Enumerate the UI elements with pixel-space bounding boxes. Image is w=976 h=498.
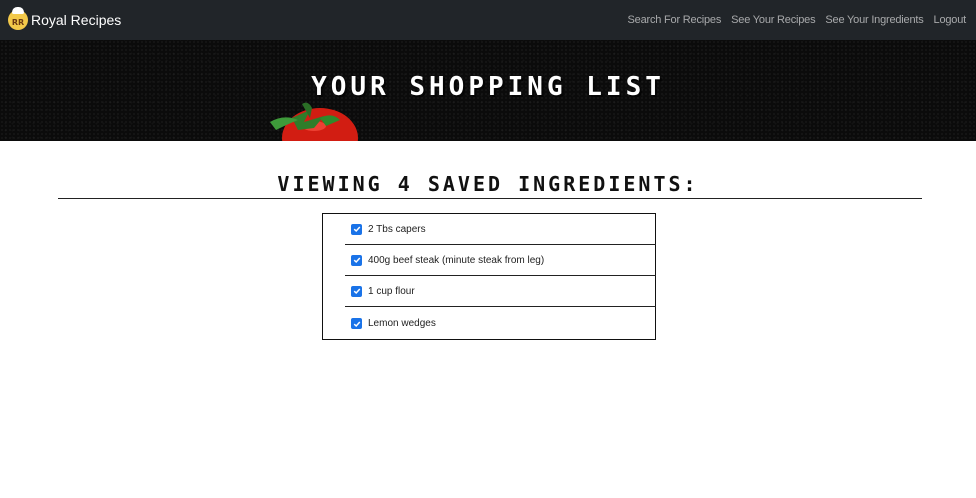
- page-heading: VIEWING 4 SAVED INGREDIENTS:: [277, 172, 699, 196]
- heading-divider: [58, 198, 922, 199]
- nav-link-see-recipes[interactable]: See Your Recipes: [731, 14, 815, 26]
- chef-hat-logo-icon: RR: [8, 7, 28, 30]
- navbar: RR Royal Recipes Search For Recipes See …: [0, 0, 976, 40]
- ingredient-label: 400g beef steak (minute steak from leg): [368, 254, 545, 266]
- list-item[interactable]: 1 cup flour: [345, 276, 656, 307]
- checkbox-checked-icon[interactable]: [351, 254, 362, 266]
- ingredient-label: Lemon wedges: [368, 318, 436, 329]
- nav-link-see-ingredients[interactable]: See Your Ingredients: [825, 14, 923, 26]
- checkbox-checked-icon[interactable]: [351, 318, 362, 329]
- tomato-image: [270, 102, 358, 141]
- checkbox-checked-icon[interactable]: [351, 285, 362, 297]
- nav-link-logout[interactable]: Logout: [934, 14, 967, 26]
- ingredient-list: 2 Tbs capers 400g beef steak (minute ste…: [322, 213, 656, 340]
- nav-link-search-recipes[interactable]: Search For Recipes: [628, 14, 722, 26]
- ingredient-label: 1 cup flour: [368, 285, 415, 297]
- list-item[interactable]: 400g beef steak (minute steak from leg): [345, 245, 656, 276]
- brand-link[interactable]: RR Royal Recipes: [8, 7, 122, 30]
- nav-links: Search For Recipes See Your Recipes See …: [628, 14, 967, 26]
- list-item[interactable]: 2 Tbs capers: [345, 214, 656, 245]
- list-item[interactable]: Lemon wedges: [345, 308, 656, 339]
- hero-title: YOUR SHOPPING LIST: [311, 72, 665, 102]
- hero-banner: YOUR SHOPPING LIST: [0, 40, 976, 141]
- ingredient-label: 2 Tbs capers: [368, 223, 426, 235]
- checkbox-checked-icon[interactable]: [351, 223, 362, 235]
- brand-name: Royal Recipes: [31, 12, 122, 28]
